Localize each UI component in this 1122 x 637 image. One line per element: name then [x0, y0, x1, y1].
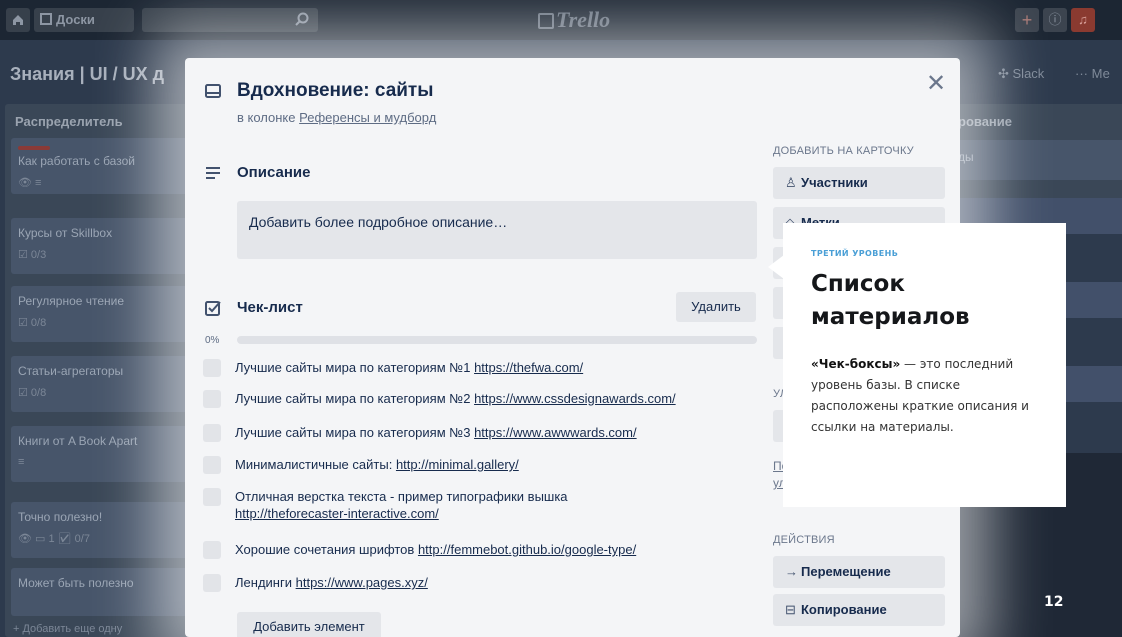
- card-list-info: в колонке Референсы и мудборд: [237, 110, 437, 125]
- copy-icon: ⊟: [785, 602, 796, 617]
- progress-percent: 0%: [205, 335, 220, 346]
- tooltip-arrow: [768, 255, 784, 279]
- list-title: Распределитель: [15, 114, 123, 129]
- checklist-checkbox[interactable]: [203, 541, 221, 559]
- tooltip-body: «Чек-боксы» — это последний уровень базы…: [811, 357, 1029, 434]
- checklist-checkbox[interactable]: [203, 424, 221, 442]
- card-label: [18, 146, 50, 150]
- list-card[interactable]: Как работать с базой 👁 ≡: [11, 138, 189, 194]
- progress-bar: [237, 336, 757, 344]
- list-card[interactable]: Книги от A Book Apart ≡: [11, 426, 189, 482]
- search-icon: [295, 12, 309, 26]
- checklist-checkbox[interactable]: [203, 574, 221, 592]
- checklist-item-text[interactable]: Минималистичные сайты: http://minimal.ga…: [235, 456, 735, 473]
- add-item-button[interactable]: Добавить элемент: [237, 612, 381, 637]
- boards-icon: [40, 13, 52, 25]
- page-number: 12: [1044, 594, 1064, 610]
- trello-logo: Trello: [538, 7, 610, 33]
- checklist-item-text[interactable]: Лучшие сайты мира по категориям №2 https…: [235, 390, 735, 407]
- checklist-title: Чек-лист: [237, 299, 303, 316]
- description-title: Описание: [237, 164, 311, 181]
- menu-button[interactable]: ··· Ме: [1075, 66, 1110, 81]
- list-card[interactable]: Регулярное чтение ☑ 0/8: [11, 286, 189, 342]
- plus-icon: +: [1021, 10, 1033, 30]
- close-icon[interactable]: ✕: [926, 72, 946, 96]
- checklist-item-text[interactable]: Отличная верстка текста - пример типогра…: [235, 488, 735, 522]
- notifications-button[interactable]: ♫: [1071, 8, 1095, 32]
- members-button[interactable]: ♙ Участники: [773, 167, 945, 199]
- boards-button[interactable]: Доски: [34, 8, 134, 32]
- bell-icon: ♫: [1078, 12, 1088, 27]
- board-title[interactable]: Знания | UI / UX д: [10, 64, 200, 85]
- checklist-link[interactable]: https://www.pages.xyz/: [296, 575, 428, 590]
- checklist-link[interactable]: http://femmebot.github.io/google-type/: [418, 542, 636, 557]
- copy-button[interactable]: ⊟ Копирование: [773, 594, 945, 626]
- arrow-right-icon: →: [785, 564, 798, 579]
- home-icon: [13, 15, 23, 25]
- move-button[interactable]: → Перемещение: [773, 556, 945, 588]
- checklist-link[interactable]: https://www.cssdesignawards.com/: [474, 391, 676, 406]
- info-button[interactable]: ⓘ: [1043, 8, 1067, 32]
- tooltip-title: Список материалов: [811, 271, 970, 330]
- list-card[interactable]: ды: [950, 140, 1122, 180]
- list-title: рование: [958, 114, 1013, 129]
- tooltip-callout: ТРЕТИЙ УРОВЕНЬ Список материалов «Чек-бо…: [783, 223, 1066, 507]
- card-icon: [205, 84, 221, 98]
- list-distributor: Распределитель Как работать с базой 👁 ≡ …: [5, 104, 195, 637]
- delete-checklist-button[interactable]: Удалить: [676, 292, 756, 322]
- description-icon: [206, 167, 220, 179]
- slack-button[interactable]: ✣ Slack: [998, 66, 1044, 82]
- checklist-item-text[interactable]: Хорошие сочетания шрифтов http://femmebo…: [235, 541, 735, 558]
- checklist-item-text[interactable]: Лендинги https://www.pages.xyz/: [235, 574, 735, 591]
- list-link[interactable]: Референсы и мудборд: [299, 110, 436, 125]
- description-input[interactable]: Добавить более подробное описание…: [237, 201, 757, 259]
- checklist-checkbox[interactable]: [203, 359, 221, 377]
- add-to-card-heading: Добавить на карточку: [773, 145, 914, 157]
- checklist-item-text[interactable]: Лучшие сайты мира по категориям №3 https…: [235, 424, 735, 441]
- list-card[interactable]: Статьи-агрегаторы ☑ 0/8: [11, 356, 189, 412]
- card-title[interactable]: Вдохновение: сайты: [237, 80, 433, 102]
- checklist-checkbox[interactable]: [203, 390, 221, 408]
- list-card[interactable]: Курсы от Skillbox ☑ 0/3: [11, 218, 189, 274]
- add-card-link[interactable]: + Добавить еще одну: [13, 623, 122, 635]
- checklist-checkbox[interactable]: [203, 456, 221, 474]
- checklist-item-text[interactable]: Лучшие сайты мира по категориям №1 https…: [235, 359, 735, 376]
- checklist-link[interactable]: http://minimal.gallery/: [396, 457, 519, 472]
- trello-logo-icon: [538, 13, 554, 29]
- top-bar: Доски Trello + ⓘ ♫: [0, 0, 1122, 40]
- search-input[interactable]: [142, 8, 318, 32]
- info-icon: ⓘ: [1048, 12, 1062, 27]
- checklist-icon: [205, 301, 221, 316]
- create-button[interactable]: +: [1015, 8, 1039, 32]
- checklist-link[interactable]: https://thefwa.com/: [474, 360, 583, 375]
- list-card[interactable]: Может быть полезно: [11, 568, 189, 616]
- slack-icon: ✣: [998, 66, 1013, 81]
- list-card[interactable]: Точно полезно! 👁 ▭ 1 ☑ 0/7: [11, 502, 189, 558]
- checklist-link[interactable]: https://www.awwwards.com/: [474, 425, 637, 440]
- checklist-link[interactable]: http://theforecaster-interactive.com/: [235, 506, 439, 521]
- dots-icon: ···: [1075, 66, 1092, 81]
- actions-heading: Действия: [773, 534, 835, 546]
- tooltip-kicker: ТРЕТИЙ УРОВЕНЬ: [811, 249, 899, 258]
- checklist-checkbox[interactable]: [203, 488, 221, 506]
- home-button[interactable]: [6, 8, 30, 32]
- user-icon: ♙: [785, 175, 797, 190]
